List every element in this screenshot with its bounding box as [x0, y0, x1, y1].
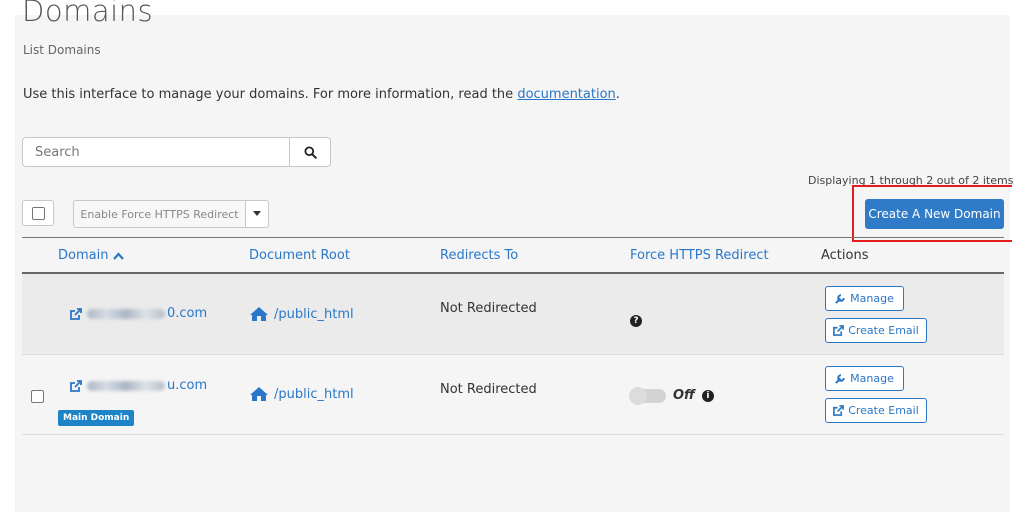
redacted-domain — [87, 380, 165, 391]
force-https-cell: Off i — [629, 386, 714, 405]
row-select-checkbox[interactable] — [31, 390, 44, 403]
search-input[interactable] — [22, 137, 290, 167]
manage-button[interactable]: Manage — [825, 366, 904, 391]
external-link-icon — [70, 307, 82, 320]
external-link-icon — [833, 405, 845, 416]
select-all-checkbox[interactable] — [31, 206, 45, 220]
redirects-to-value: Not Redirected — [440, 382, 537, 397]
manage-button[interactable]: Manage — [825, 286, 904, 311]
page-subtitle: List Domains — [23, 43, 101, 57]
column-header-document-root[interactable]: Document Root — [249, 248, 350, 263]
column-header-actions: Actions — [821, 248, 869, 263]
main-domain-badge: Main Domain — [58, 410, 135, 426]
search-icon — [303, 145, 317, 159]
column-header-force-https[interactable]: Force HTTPS Redirect — [630, 248, 769, 263]
document-root-link[interactable]: /public_html — [249, 386, 354, 402]
create-email-label: Create Email — [848, 404, 919, 417]
document-root-path: /public_html — [274, 306, 354, 322]
documentation-link[interactable]: documentation — [517, 87, 615, 102]
domain-link[interactable]: 0.com — [70, 306, 207, 321]
info-circle-icon[interactable]: i — [701, 389, 714, 402]
row-divider — [22, 434, 1004, 435]
create-email-button[interactable]: Create Email — [825, 318, 927, 343]
intro-suffix: . — [615, 87, 620, 102]
intro-prefix: Use this interface to manage your domain… — [23, 87, 514, 102]
main-domain-badge-wrap: Main Domain — [58, 405, 135, 426]
wrench-icon — [835, 294, 845, 304]
row-divider — [22, 354, 1004, 355]
column-header-domain-label: Domain — [58, 248, 109, 263]
redirects-to-value: Not Redirected — [440, 301, 537, 316]
intro-text: Use this interface to manage your domain… — [23, 87, 620, 102]
question-circle-icon[interactable]: ? — [630, 315, 642, 327]
external-link-icon — [833, 325, 845, 336]
column-header-redirects-to[interactable]: Redirects To — [440, 248, 518, 263]
search-button[interactable] — [289, 137, 331, 167]
select-all-dropdown[interactable] — [22, 200, 54, 226]
bulk-action-toggle[interactable] — [245, 200, 269, 228]
table-top-border — [22, 237, 1004, 238]
annotation-highlight — [852, 185, 1012, 242]
force-https-cell: ? — [630, 308, 642, 327]
column-header-domain[interactable]: Domain — [58, 248, 125, 263]
home-icon — [250, 387, 268, 401]
domain-suffix: u.com — [167, 378, 208, 393]
redacted-domain — [87, 308, 165, 319]
create-email-button[interactable]: Create Email — [825, 398, 927, 423]
external-link-icon — [70, 379, 82, 392]
caret-down-icon — [253, 211, 261, 216]
wrench-icon — [835, 374, 845, 384]
manage-label: Manage — [850, 292, 894, 305]
enable-force-https-button[interactable]: Enable Force HTTPS Redirect — [73, 200, 245, 228]
domain-link[interactable]: u.com — [70, 378, 207, 393]
domain-suffix: 0.com — [167, 306, 208, 321]
home-icon — [250, 307, 268, 321]
force-https-toggle[interactable] — [629, 386, 666, 405]
document-root-link[interactable]: /public_html — [249, 306, 354, 322]
page-title: Domains — [22, 0, 154, 28]
force-https-state: Off — [673, 388, 695, 403]
sort-ascending-icon — [113, 251, 125, 260]
document-root-path: /public_html — [274, 386, 354, 402]
create-email-label: Create Email — [848, 324, 919, 337]
manage-label: Manage — [850, 372, 894, 385]
